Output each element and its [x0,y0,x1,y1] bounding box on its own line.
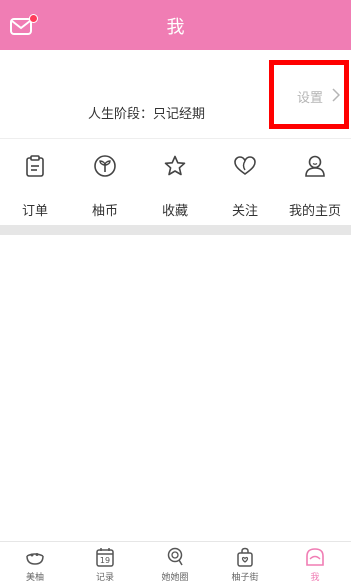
menu-item-my-homepage[interactable]: 我的主页 [280,139,350,225]
coin-sprout-icon [94,155,116,177]
menu-item-label: 我的主页 [288,204,341,219]
bowl-icon [26,553,44,565]
tab-label: 她她圈 [161,573,189,583]
menu-item-orders[interactable]: 订单 [0,139,70,225]
highlight-box [269,60,349,129]
page-title: 我 [166,17,185,38]
tab-me[interactable]: 我 [280,542,350,583]
calendar-day: 19 [100,556,110,565]
top-bar: 我 [0,0,351,50]
section-divider [0,225,351,235]
user-icon [305,155,325,177]
menu-item-label: 收藏 [161,204,188,219]
heart-icon [234,156,256,175]
house-face-icon [306,548,324,566]
bottom-tab-bar: 美柚 19 记录 她她圈 柚子街 我 [0,541,351,583]
tab-label: 记录 [95,573,114,583]
tab-meiyou[interactable]: 美柚 [0,542,70,583]
menu-item-label: 关注 [231,204,258,219]
menu-item-favorites[interactable]: 收藏 [140,139,210,225]
tab-label: 美柚 [25,573,44,583]
tab-label: 柚子街 [231,573,259,583]
menu-item-label: 订单 [21,204,48,219]
clipboard-icon [26,155,44,177]
menu-item-coins[interactable]: 柚币 [70,139,140,225]
shopping-bag-icon [237,547,253,567]
lollipop-icon [167,547,183,566]
menu-item-label: 柚币 [91,204,118,219]
menu-item-following[interactable]: 关注 [210,139,280,225]
calendar-icon: 19 [96,548,114,567]
menu-row: 订单 柚币 收藏 关注 我的主页 [0,139,351,225]
tab-record[interactable]: 19 记录 [70,542,140,583]
life-stage-text[interactable]: 人生阶段：只记经期 [88,103,205,122]
tab-label: 我 [310,573,320,583]
tab-circle[interactable]: 她她圈 [140,542,210,583]
tab-street[interactable]: 柚子街 [210,542,280,583]
star-icon [164,155,186,176]
